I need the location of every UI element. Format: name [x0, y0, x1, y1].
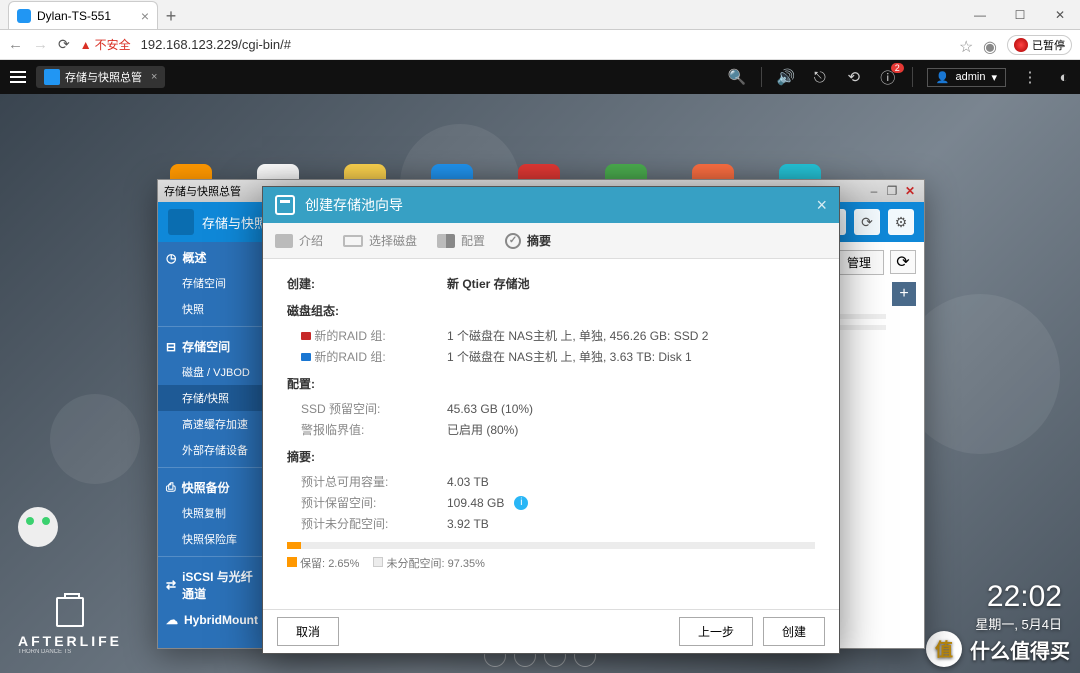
watermark-icon: 值: [926, 631, 962, 667]
window-maximize-icon[interactable]: ❐: [884, 184, 900, 198]
taskbar-app[interactable]: 存储与快照总管 ×: [36, 66, 165, 88]
step-intro: 介绍: [275, 232, 323, 249]
user-menu[interactable]: 👤 admin ▾: [927, 68, 1006, 87]
extension-icon[interactable]: ◉: [983, 37, 999, 53]
sidebar-item-storage-space[interactable]: 存储空间: [158, 270, 262, 296]
section-summary: 摘要:: [287, 448, 815, 465]
raid-red-icon: [301, 332, 311, 340]
extensions-area: ☆ ◉ 已暂停: [959, 35, 1072, 55]
window-minimize-icon[interactable]: —: [960, 1, 1000, 29]
nas-top-bar: 存储与快照总管 × 🔍 🔊 ⎋ ⟲ ⓘ2 👤 admin ▾ ⋮ ◐: [0, 60, 1080, 94]
manage-button[interactable]: 管理: [834, 250, 884, 275]
window-controls: — ☐ ✕: [960, 1, 1080, 29]
wizard-close-icon[interactable]: ×: [816, 195, 827, 216]
cancel-button[interactable]: 取消: [277, 617, 339, 646]
nas-desktop: AFTERLIFE THORN DANCE TS 22:02 星期一, 5月4日…: [0, 94, 1080, 673]
sidebar-item-snapshot[interactable]: 快照: [158, 296, 262, 322]
raid-blue-icon: [301, 353, 311, 361]
sidebar-group-storage[interactable]: ⊟ 存储空间: [158, 331, 262, 359]
refresh-button[interactable]: ⟳: [890, 250, 916, 274]
browser-tab[interactable]: Dylan-TS-551 ×: [8, 1, 158, 29]
wizard-content: 创建:新 Qtier 存储池 磁盘组态: 新的RAID 组: 1 个磁盘在 NA…: [263, 259, 839, 609]
sidebar-item-storage-snapshot[interactable]: 存储/快照: [158, 385, 262, 411]
trash-icon[interactable]: [56, 597, 84, 627]
tab-favicon: [17, 9, 31, 23]
nav-back-icon[interactable]: ←: [8, 36, 23, 53]
close-icon[interactable]: ×: [151, 71, 157, 83]
sync-icon[interactable]: ⟲: [844, 67, 864, 87]
tab-title: Dylan-TS-551: [37, 9, 111, 23]
url-field[interactable]: 192.168.123.229/cgi-bin/#: [141, 37, 949, 52]
backup-icon[interactable]: ⎋: [810, 67, 830, 87]
legend-reserved-swatch: [287, 557, 297, 567]
sidebar-item-cache-accel[interactable]: 高速缓存加速: [158, 411, 262, 437]
dashboard-icon[interactable]: ◐: [1054, 67, 1074, 87]
clock-time: 22:02: [975, 580, 1062, 614]
toolbar-settings-icon[interactable]: ⚙: [888, 209, 914, 235]
star-icon[interactable]: ☆: [959, 37, 975, 53]
info-icon[interactable]: i: [514, 496, 528, 510]
wizard-title-icon: [275, 195, 295, 215]
sidebar-item-snap-vault[interactable]: 快照保险库: [158, 526, 262, 552]
allocation-bar: [287, 542, 815, 549]
insecure-badge[interactable]: ▲ 不安全: [80, 36, 131, 53]
sidebar-item-snap-copy[interactable]: 快照复制: [158, 500, 262, 526]
create-pool-wizard: 创建存储池向导 × 介绍 选择磁盘 配置 摘要 创建:新 Qtier 存储池 磁…: [262, 186, 840, 654]
section-disk-group: 磁盘组态:: [287, 302, 815, 319]
notification-icon[interactable]: ⓘ2: [878, 67, 898, 87]
chevron-down-icon: ▾: [991, 71, 997, 84]
assistant-icon[interactable]: [18, 507, 58, 547]
legend-free-swatch: [373, 557, 383, 567]
sidebar-group-overview[interactable]: ◷ 概述: [158, 242, 262, 270]
window-close-icon[interactable]: ✕: [1040, 1, 1080, 29]
sidebar-item-hybridmount[interactable]: ☁ HybridMount: [158, 606, 262, 631]
tab-close-icon[interactable]: ×: [141, 8, 149, 24]
new-tab-button[interactable]: +: [158, 3, 184, 29]
wallpaper-brand: AFTERLIFE: [18, 633, 122, 649]
sidebar-item-iscsi[interactable]: ⇄ iSCSI 与光纤通道: [158, 561, 262, 606]
sidebar-item-disk-vjbod[interactable]: 磁盘 / VJBOD: [158, 359, 262, 385]
address-bar: ← → ⟳ ▲ 不安全 192.168.123.229/cgi-bin/# ☆ …: [0, 30, 1080, 60]
step-summary: 摘要: [505, 232, 551, 249]
desktop-left-widgets: AFTERLIFE THORN DANCE TS: [18, 507, 122, 655]
wizard-steps: 介绍 选择磁盘 配置 摘要: [263, 223, 839, 259]
menu-icon[interactable]: [6, 71, 30, 83]
wizard-titlebar[interactable]: 创建存储池向导 ×: [263, 187, 839, 223]
window-close-icon[interactable]: ✕: [902, 184, 918, 198]
section-config: 配置:: [287, 375, 815, 392]
extension-status-badge[interactable]: 已暂停: [1007, 35, 1072, 55]
allocation-reserved-fill: [287, 542, 301, 549]
create-button[interactable]: 创建: [763, 617, 825, 646]
sidebar-item-ext-storage[interactable]: 外部存储设备: [158, 437, 262, 463]
watermark: 值 什么值得买: [926, 631, 1070, 667]
reload-icon[interactable]: ⟳: [58, 36, 70, 53]
volume-icon[interactable]: 🔊: [776, 67, 796, 87]
window-minimize-icon[interactable]: –: [866, 184, 882, 198]
step-config: 配置: [437, 232, 485, 249]
window-maximize-icon[interactable]: ☐: [1000, 1, 1040, 29]
sm-sidebar: ◷ 概述 存储空间 快照 ⊟ 存储空间 磁盘 / VJBOD 存储/快照 高速缓…: [158, 242, 262, 648]
more-icon[interactable]: ⋮: [1020, 67, 1040, 87]
app-logo-icon: [168, 209, 194, 235]
search-icon[interactable]: 🔍: [727, 67, 747, 87]
extension-avatar-icon: [1014, 38, 1028, 52]
prev-button[interactable]: 上一步: [679, 617, 753, 646]
toolbar-refresh-icon[interactable]: ⟳: [854, 209, 880, 235]
add-button[interactable]: +: [892, 282, 916, 306]
user-icon: 👤: [936, 71, 950, 84]
sidebar-group-snap-backup[interactable]: ⎙ 快照备份: [158, 472, 262, 500]
allocation-legend: 保留: 2.65% 未分配空间: 97.35%: [287, 555, 815, 571]
wizard-footer: 取消 上一步 创建: [263, 609, 839, 653]
wizard-title: 创建存储池向导: [305, 195, 403, 215]
app-icon: [44, 69, 60, 85]
warning-icon: ▲: [80, 38, 92, 52]
desktop-clock: 22:02 星期一, 5月4日: [975, 580, 1062, 633]
browser-tab-strip: Dylan-TS-551 × + — ☐ ✕: [0, 0, 1080, 30]
step-select-disk: 选择磁盘: [343, 232, 417, 249]
nav-forward-icon: →: [33, 36, 48, 53]
